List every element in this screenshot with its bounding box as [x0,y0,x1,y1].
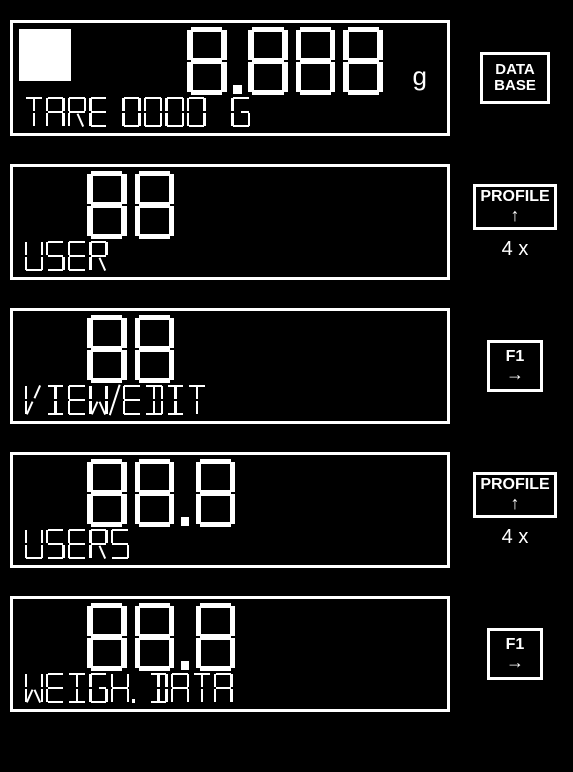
lcd-screen-2 [10,164,450,280]
f1-button-label: F1 [506,349,525,366]
lower-line-5 [23,673,234,703]
lower-line-1 [23,97,252,127]
database-button-label-2: BASE [494,78,536,94]
multiplier-label-1: 4 x [502,238,529,261]
profile-button-label: PROFILE [480,189,549,206]
profile-button-1[interactable]: PROFILE ↑ [473,184,557,230]
main-readout-1 [13,27,387,95]
lower-line-3 [23,385,208,415]
database-button[interactable]: DATA BASE [480,52,550,104]
lcd-screen-5 [10,596,450,712]
lower-line-4 [23,529,131,559]
main-readout-5 [83,603,239,671]
arrow-right-icon-2: → [506,653,524,671]
profile-button-2[interactable]: PROFILE ↑ [473,472,557,518]
multiplier-label-2: 4 x [502,526,529,549]
main-readout-3 [83,315,178,383]
arrow-up-icon-2: ↑ [511,494,520,512]
lcd-screen-1: g [10,20,450,136]
main-readout-4 [83,459,239,527]
profile-button-label-2: PROFILE [480,477,549,494]
arrow-up-icon: ↑ [511,206,520,224]
arrow-right-icon: → [506,365,524,383]
database-button-label-1: DATA [495,62,534,78]
lower-line-2 [23,241,109,271]
lcd-screen-3 [10,308,450,424]
lcd-screen-4 [10,452,450,568]
f1-button-2[interactable]: F1 → [487,628,543,680]
f1-button-1[interactable]: F1 → [487,340,543,392]
f1-button-label-2: F1 [506,637,525,654]
main-readout-2 [83,171,178,239]
unit-label: g [413,61,427,92]
